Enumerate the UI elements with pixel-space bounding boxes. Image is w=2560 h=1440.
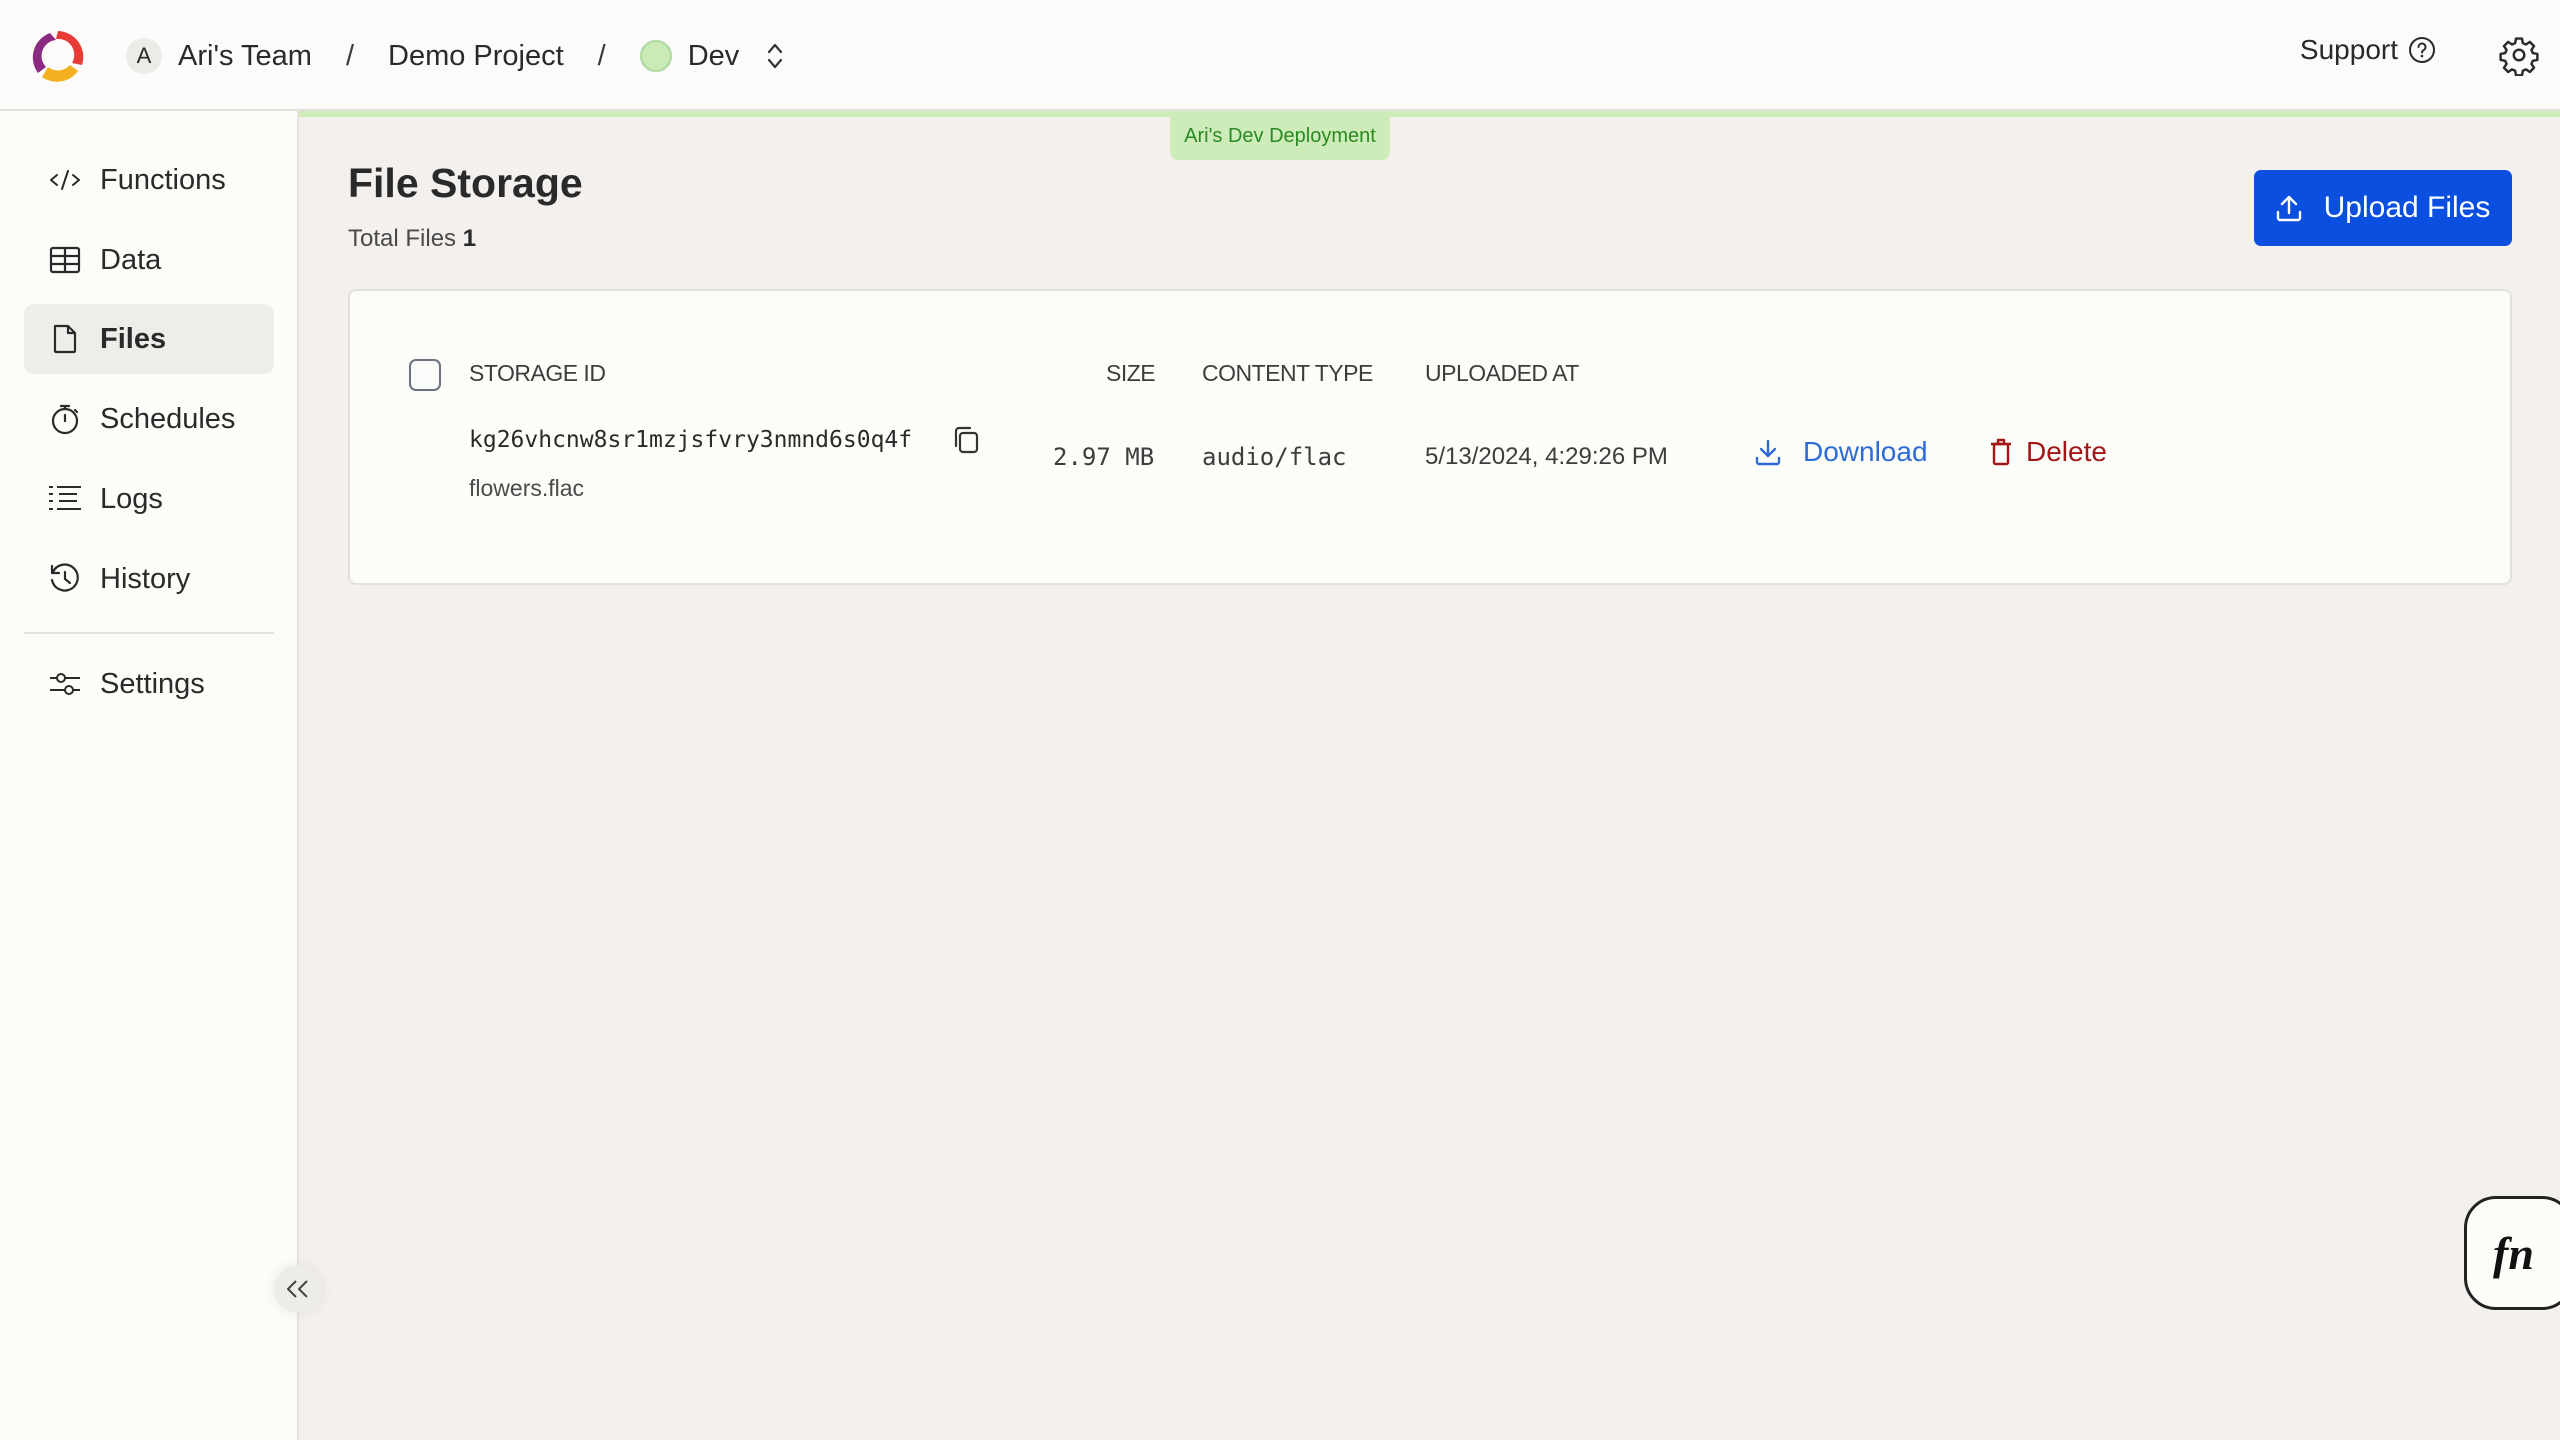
copy-icon[interactable]: [952, 425, 980, 455]
breadcrumb-separator: /: [345, 39, 354, 72]
deployment-badge: Ari's Dev Deployment: [1170, 113, 1390, 160]
stopwatch-icon: [48, 402, 82, 436]
breadcrumb-separator: /: [597, 39, 606, 72]
fn-label: fn: [2493, 1227, 2534, 1279]
delete-button[interactable]: Delete: [1990, 436, 2107, 468]
column-header-storage-id: STORAGE ID: [469, 360, 606, 386]
storage-id: kg26vhcnw8sr1mzjsfvry3nmnd6s0q4f: [469, 427, 913, 453]
sidebar-item-data[interactable]: Data: [24, 225, 274, 295]
content-type: audio/flac: [1202, 443, 1347, 471]
sidebar-item-label: Files: [100, 322, 167, 355]
breadcrumb-deployment[interactable]: Dev: [688, 40, 740, 73]
sidebar-item-functions[interactable]: Functions: [24, 145, 274, 215]
file-size: 2.97 MB: [1053, 443, 1155, 471]
team-avatar: A: [126, 38, 162, 74]
support-label: Support: [2299, 34, 2398, 65]
sidebar-item-history[interactable]: History: [24, 544, 274, 614]
help-circle-icon: [2409, 37, 2435, 63]
chevron-up-down-icon[interactable]: [765, 40, 785, 72]
sidebar-item-settings[interactable]: Settings: [24, 649, 274, 719]
deployment-strip: [299, 111, 2560, 117]
sidebar-item-label: History: [100, 562, 191, 595]
sidebar-item-label: Functions: [100, 163, 226, 196]
upload-files-button[interactable]: Upload Files: [2254, 170, 2512, 246]
breadcrumb-team[interactable]: Ari's Team: [178, 40, 312, 73]
table-icon: [48, 243, 82, 277]
files-table: STORAGE ID SIZE CONTENT TYPE UPLOADED AT…: [348, 289, 2512, 585]
top-header: A Ari's Team / Demo Project / Dev Suppor…: [0, 0, 2560, 111]
sidebar-item-label: Settings: [100, 667, 205, 700]
logs-icon: [48, 482, 82, 516]
delete-label: Delete: [2026, 436, 2107, 467]
page-title: File Storage: [348, 160, 583, 206]
sidebar-item-logs[interactable]: Logs: [24, 464, 274, 534]
total-files: Total Files 1: [348, 225, 476, 253]
sidebar-item-label: Logs: [100, 482, 163, 515]
total-files-count: 1: [462, 225, 477, 252]
history-icon: [48, 562, 82, 596]
sidebar: Functions Data Files Schedules Logs Hist…: [0, 111, 299, 1440]
download-button[interactable]: Download: [1755, 436, 1928, 468]
column-header-content-type: CONTENT TYPE: [1202, 360, 1373, 386]
file-name: flowers.flac: [469, 475, 585, 501]
sidebar-item-label: Schedules: [100, 402, 236, 435]
collapse-sidebar-button[interactable]: [274, 1265, 322, 1313]
sidebar-item-label: Data: [100, 243, 162, 276]
file-icon: [48, 322, 82, 356]
deployment-status-dot: [639, 40, 672, 72]
support-link[interactable]: Support: [2300, 34, 2436, 66]
function-runner-button[interactable]: fn: [2464, 1196, 2560, 1310]
sliders-icon: [48, 667, 82, 701]
sidebar-item-schedules[interactable]: Schedules: [24, 384, 274, 454]
breadcrumb: A Ari's Team / Demo Project / Dev: [126, 32, 785, 80]
select-all-checkbox[interactable]: [409, 359, 441, 391]
sidebar-item-files[interactable]: Files: [24, 304, 274, 374]
upload-files-label: Upload Files: [2323, 191, 2491, 224]
download-label: Download: [1803, 436, 1928, 467]
upload-icon: [2276, 195, 2301, 222]
sidebar-divider: [24, 632, 274, 634]
breadcrumb-project[interactable]: Demo Project: [388, 40, 564, 73]
trash-icon: [1991, 438, 2011, 466]
code-icon: [48, 163, 82, 197]
chevrons-left-icon: [287, 1280, 308, 1298]
column-header-uploaded-at: UPLOADED AT: [1425, 360, 1579, 386]
settings-gear-icon[interactable]: [2498, 34, 2540, 76]
download-icon: [1755, 439, 1781, 466]
column-header-size: SIZE: [1106, 360, 1156, 386]
convex-logo-icon[interactable]: [28, 27, 88, 87]
uploaded-at: 5/13/2024, 4:29:26 PM: [1425, 443, 1668, 470]
total-files-label: Total Files: [348, 225, 457, 252]
